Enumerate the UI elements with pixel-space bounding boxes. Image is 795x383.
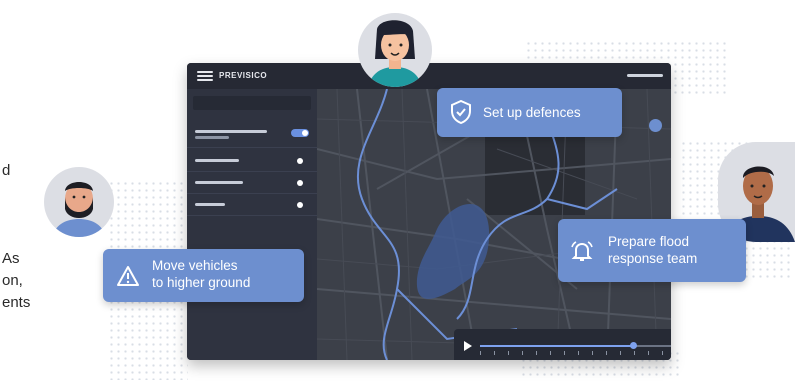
sidebar-item[interactable] — [187, 173, 317, 194]
timeline-progress — [480, 345, 634, 347]
task-bubble-flood[interactable]: Prepare flood response team — [558, 219, 746, 282]
timeline-slider[interactable] — [454, 329, 671, 360]
avatar-man-bearded — [44, 167, 114, 237]
sidebar-item-label — [195, 181, 243, 184]
sidebar-item-sublabel — [195, 136, 229, 139]
warning-triangle-icon — [117, 266, 139, 286]
play-icon[interactable] — [464, 341, 472, 351]
app-logo: PREVISICO — [219, 71, 268, 80]
map-marker[interactable] — [649, 119, 662, 132]
bell-icon — [571, 241, 593, 261]
timeline-handle[interactable] — [630, 342, 638, 349]
cropped-text-line-3: on, — [2, 272, 23, 289]
sidebar — [187, 89, 317, 360]
sidebar-item-label — [195, 203, 225, 206]
sidebar-item[interactable] — [187, 195, 317, 216]
task-label-line-2: response team — [608, 251, 698, 266]
task-label-line-2: to higher ground — [152, 275, 251, 290]
sidebar-item-indicator — [297, 202, 303, 208]
sidebar-item[interactable] — [187, 151, 317, 172]
task-bubble-defences[interactable]: Set up defences — [437, 88, 622, 137]
sidebar-item-label — [195, 130, 267, 133]
cropped-text-line-4: ents — [2, 294, 31, 311]
toggle-switch[interactable] — [291, 129, 309, 137]
avatar-woman — [358, 13, 432, 87]
task-label-line-1: Prepare flood — [608, 234, 690, 249]
topbar-control[interactable] — [627, 74, 663, 77]
task-bubble-vehicles[interactable]: Move vehicles to higher ground — [103, 249, 304, 302]
shield-check-icon — [451, 100, 471, 124]
timeline-ticks — [480, 351, 671, 355]
menu-icon[interactable] — [197, 71, 213, 81]
task-label-line-1: Move vehicles — [152, 258, 238, 273]
sidebar-item-indicator — [297, 180, 303, 186]
sidebar-search-input[interactable] — [193, 96, 311, 110]
task-label: Set up defences — [483, 105, 581, 120]
cropped-text-line-2: As — [2, 250, 20, 267]
sidebar-item-toggle[interactable] — [187, 123, 317, 148]
sidebar-item-label — [195, 159, 239, 162]
cropped-text-line-1: d — [2, 162, 11, 179]
sidebar-item-indicator — [297, 158, 303, 164]
timeline-track[interactable] — [480, 342, 671, 349]
